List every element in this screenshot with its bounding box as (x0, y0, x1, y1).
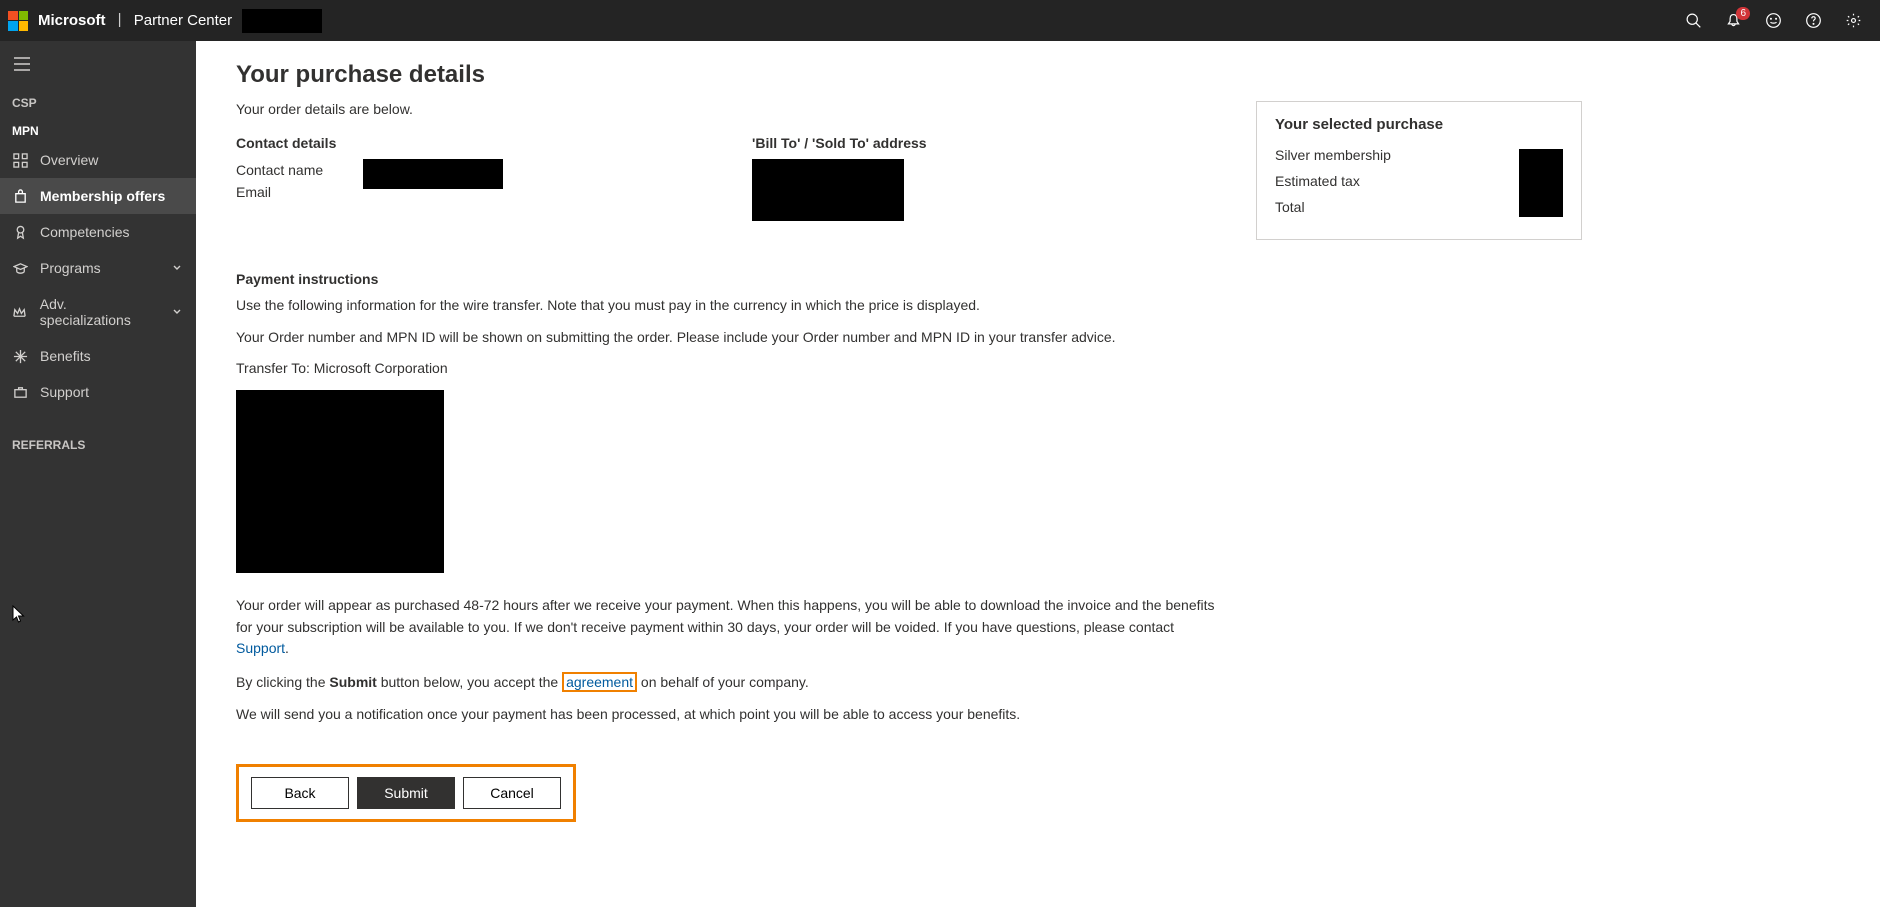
bag-icon (12, 189, 28, 204)
redacted-block (363, 159, 503, 189)
contact-details-title: Contact details (236, 135, 706, 151)
sidebar-item-support[interactable]: Support (0, 374, 196, 410)
payment-line1: Use the following information for the wi… (236, 295, 1216, 317)
grid-icon (12, 153, 28, 168)
ribbon-icon (12, 225, 28, 240)
sidebar-section-csp[interactable]: CSP (0, 86, 196, 114)
crown-icon (12, 305, 28, 320)
transfer-to-label: Transfer To: Microsoft Corporation (236, 358, 1216, 380)
order-appear-paragraph: Your order will appear as purchased 48-7… (236, 595, 1216, 660)
contact-name-label: Contact name (236, 159, 323, 181)
redacted-block (236, 390, 444, 573)
sidebar-item-programs[interactable]: Programs (0, 250, 196, 286)
sidebar-section-mpn[interactable]: MPN (0, 114, 196, 142)
payment-line2: Your Order number and MPN ID will be sho… (236, 327, 1216, 349)
page-title: Your purchase details (236, 61, 1216, 89)
brand-microsoft: Microsoft (38, 11, 106, 28)
sidebar-item-label: Support (40, 384, 89, 400)
sidebar: CSP MPN Overview Membership offers Compe… (0, 41, 196, 907)
billto-title: 'Bill To' / 'Sold To' address (752, 135, 927, 151)
briefcase-icon (12, 385, 28, 400)
payment-instructions-title: Payment instructions (236, 271, 1216, 287)
brand-partner-center: Partner Center (134, 11, 232, 28)
sidebar-item-label: Competencies (40, 224, 130, 240)
redacted-block (1519, 149, 1563, 217)
sidebar-item-label: Adv. specializations (40, 296, 160, 328)
purchase-summary-panel: Your selected purchase Silver membership… (1256, 101, 1582, 240)
hat-icon (12, 261, 28, 276)
cancel-button[interactable]: Cancel (463, 777, 561, 809)
sparkle-icon (12, 349, 28, 364)
microsoft-logo-icon (8, 11, 28, 31)
notifications-icon[interactable]: 6 (1724, 12, 1742, 30)
submit-button[interactable]: Submit (357, 777, 455, 809)
notification-paragraph: We will send you a notification once you… (236, 704, 1216, 726)
redacted-block (752, 159, 904, 221)
sidebar-section-referrals[interactable]: REFERRALS (0, 428, 196, 456)
chevron-down-icon (172, 304, 182, 320)
settings-icon[interactable] (1844, 12, 1862, 30)
sidebar-item-competencies[interactable]: Competencies (0, 214, 196, 250)
help-icon[interactable] (1804, 12, 1822, 30)
hamburger-icon[interactable] (0, 45, 196, 86)
agreement-link[interactable]: agreement (562, 672, 637, 692)
search-icon[interactable] (1684, 12, 1702, 30)
sidebar-item-label: Benefits (40, 348, 91, 364)
contact-email-label: Email (236, 181, 323, 203)
summary-total-label: Total (1275, 199, 1305, 215)
sidebar-item-label: Membership offers (40, 188, 165, 204)
chevron-down-icon (172, 260, 182, 276)
back-button[interactable]: Back (251, 777, 349, 809)
notification-badge: 6 (1736, 7, 1750, 20)
summary-tax-label: Estimated tax (1275, 173, 1360, 189)
sidebar-item-label: Overview (40, 152, 98, 168)
brand-title: Microsoft | Partner Center (38, 9, 322, 33)
sidebar-item-benefits[interactable]: Benefits (0, 338, 196, 374)
sidebar-item-label: Programs (40, 260, 101, 276)
submit-accept-paragraph: By clicking the Submit button below, you… (236, 672, 1216, 694)
redacted-block (242, 9, 322, 33)
feedback-icon[interactable] (1764, 12, 1782, 30)
summary-membership-label: Silver membership (1275, 147, 1391, 163)
support-link[interactable]: Support (236, 640, 285, 656)
sidebar-item-overview[interactable]: Overview (0, 142, 196, 178)
summary-title: Your selected purchase (1275, 116, 1563, 133)
main-content: Your purchase details Your order details… (196, 41, 1880, 907)
action-buttons-highlight: Back Submit Cancel (236, 764, 576, 822)
sidebar-item-adv-specializations[interactable]: Adv. specializations (0, 286, 196, 338)
sidebar-item-membership-offers[interactable]: Membership offers (0, 178, 196, 214)
top-bar: Microsoft | Partner Center 6 (0, 0, 1880, 41)
intro-text: Your order details are below. (236, 101, 1216, 117)
